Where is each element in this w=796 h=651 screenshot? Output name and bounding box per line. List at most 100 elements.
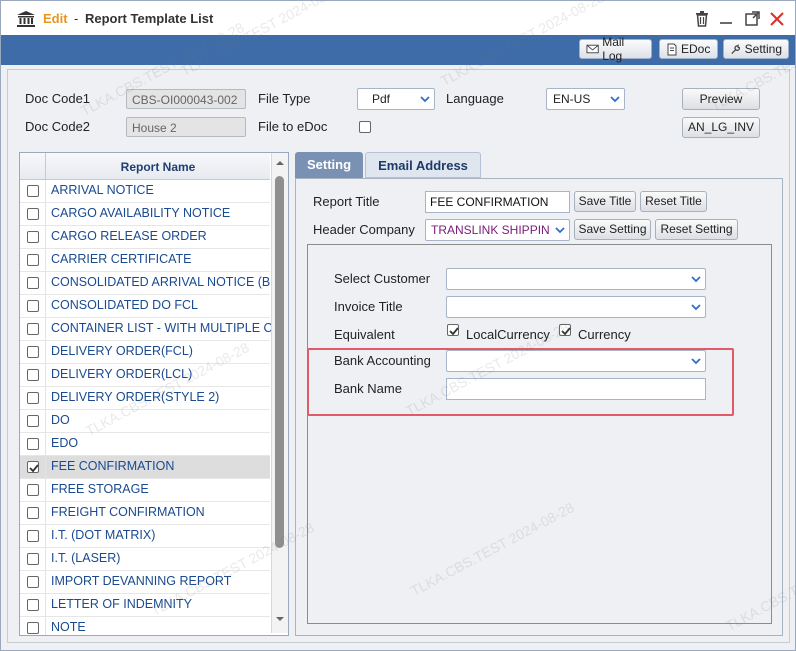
report-row-name: EDO [51,436,79,450]
report-title-input[interactable]: FEE CONFIRMATION [425,191,570,213]
report-row[interactable]: I.T. (DOT MATRIX) [20,525,270,548]
bank-icon [17,11,35,27]
select-customer-label: Select Customer [334,271,431,286]
language-select[interactable]: EN-US [546,88,625,110]
report-row-checkbox[interactable] [27,576,39,588]
file-type-label: File Type [258,91,311,106]
document-icon [667,43,677,55]
report-row-name: FREIGHT CONFIRMATION [51,505,205,519]
file-type-select[interactable]: Pdf [357,88,435,110]
scrollbar-thumb[interactable] [275,176,284,548]
row-separator [45,548,46,570]
report-row-checkbox[interactable] [27,346,39,358]
reset-setting-button[interactable]: Reset Setting [655,219,738,240]
mail-icon [586,44,599,54]
report-rows: ARRIVAL NOTICE CARGO AVAILABILITY NOTICE C… [20,180,282,635]
report-row-checkbox[interactable] [27,392,39,404]
tab-setting[interactable]: Setting [295,152,363,178]
close-icon[interactable] [768,10,786,28]
mail-log-button[interactable]: Mail Log [579,35,652,63]
report-list: Report Name ARRIVAL NOTICE CARGO AVAILABI… [19,152,289,636]
reset-title-button[interactable]: Reset Title [640,191,707,212]
report-row-checkbox[interactable] [27,231,39,243]
report-row-name: I.T. (DOT MATRIX) [51,528,156,542]
template-code-button[interactable]: AN_LG_INV [682,117,760,138]
report-name-header[interactable]: Report Name [46,153,270,179]
scroll-down-icon[interactable] [275,615,285,623]
report-row-checkbox[interactable] [27,553,39,565]
scroll-up-icon[interactable] [275,159,285,167]
report-row-checkbox[interactable] [27,484,39,496]
local-currency-label: LocalCurrency [466,327,550,342]
report-row[interactable]: LETTER OF INDEMNITY [20,594,270,617]
report-row-checkbox[interactable] [27,599,39,611]
report-row-name: CONSOLIDATED DO FCL [51,298,199,312]
report-row[interactable]: ARRIVAL NOTICE [20,180,270,203]
vertical-scrollbar[interactable] [271,153,288,633]
report-row[interactable]: I.T. (LASER) [20,548,270,571]
invoice-title-select[interactable] [446,296,706,318]
report-row-checkbox[interactable] [27,300,39,312]
report-row-checkbox[interactable] [27,185,39,197]
report-row[interactable]: CONSOLIDATED ARRIVAL NOTICE (BIL [20,272,281,295]
edoc-button[interactable]: EDoc [659,39,718,59]
report-row[interactable]: DELIVERY ORDER(LCL) [20,364,270,387]
report-row[interactable]: FREIGHT CONFIRMATION [20,502,270,525]
report-row[interactable]: CONTAINER LIST - WITH MULTIPLE CO [20,318,282,341]
local-currency-checkbox[interactable] [447,324,459,336]
doc-code1-label: Doc Code1 [25,91,91,106]
save-setting-button[interactable]: Save Setting [574,219,651,240]
save-title-button[interactable]: Save Title [574,191,636,212]
currency-checkbox[interactable] [559,324,571,336]
report-row-checkbox[interactable] [27,415,39,427]
report-row[interactable]: CARGO RELEASE ORDER [20,226,270,249]
report-row[interactable]: EDO [20,433,270,456]
trash-icon[interactable] [693,10,711,28]
minimize-icon[interactable] [717,10,735,28]
report-row[interactable]: DELIVERY ORDER(FCL) [20,341,270,364]
report-row-checkbox[interactable] [27,461,39,473]
header-company-select[interactable]: TRANSLINK SHIPPIN [425,219,570,241]
report-row[interactable]: DO [20,410,270,433]
report-row[interactable]: FREE STORAGE [20,479,270,502]
report-row[interactable]: DELIVERY ORDER(STYLE 2) [20,387,270,410]
report-row-checkbox[interactable] [27,622,39,634]
title-bar: Edit - Report Template List [1,1,795,35]
tab-email-address[interactable]: Email Address [365,152,481,178]
report-row-checkbox[interactable] [27,438,39,450]
report-row-name: FEE CONFIRMATION [51,459,175,473]
select-customer-select[interactable] [446,268,706,290]
row-separator [45,341,46,363]
doc-code1-field: CBS-OI000043-002 [126,89,246,109]
preview-button[interactable]: Preview [682,88,760,110]
row-separator [45,387,46,409]
report-row-checkbox[interactable] [27,369,39,381]
row-separator [45,249,46,271]
chevron-down-icon [555,227,565,234]
report-row-checkbox[interactable] [27,277,39,289]
report-row[interactable]: IMPORT DEVANNING REPORT [20,571,270,594]
report-row-checkbox[interactable] [27,323,39,335]
highlight-box [307,348,734,416]
report-row[interactable]: FEE CONFIRMATION [20,456,270,479]
report-row[interactable]: NOTE [20,617,270,635]
report-row-checkbox[interactable] [27,507,39,519]
language-value: EN-US [553,92,591,106]
language-label: Language [446,91,504,106]
report-row-checkbox[interactable] [27,530,39,542]
doc-code2-label: Doc Code2 [25,119,91,134]
setting-button[interactable]: Setting [723,39,789,59]
report-row[interactable]: CONSOLIDATED DO FCL [20,295,270,318]
settings-tabs: Setting Email Address [295,152,782,178]
report-row[interactable]: CARRIER CERTIFICATE [20,249,270,272]
title-separator: - [74,11,79,26]
report-row-checkbox[interactable] [27,254,39,266]
maximize-icon[interactable] [743,10,761,28]
file-to-edoc-checkbox[interactable] [359,121,371,133]
row-separator [45,433,46,455]
checkmark-icon [449,327,459,336]
report-row-checkbox[interactable] [27,208,39,220]
report-row-name: LETTER OF INDEMNITY [51,597,192,611]
report-template-window: Edit - Report Template List Mail Log EDo… [0,0,796,651]
report-row[interactable]: CARGO AVAILABILITY NOTICE [20,203,270,226]
